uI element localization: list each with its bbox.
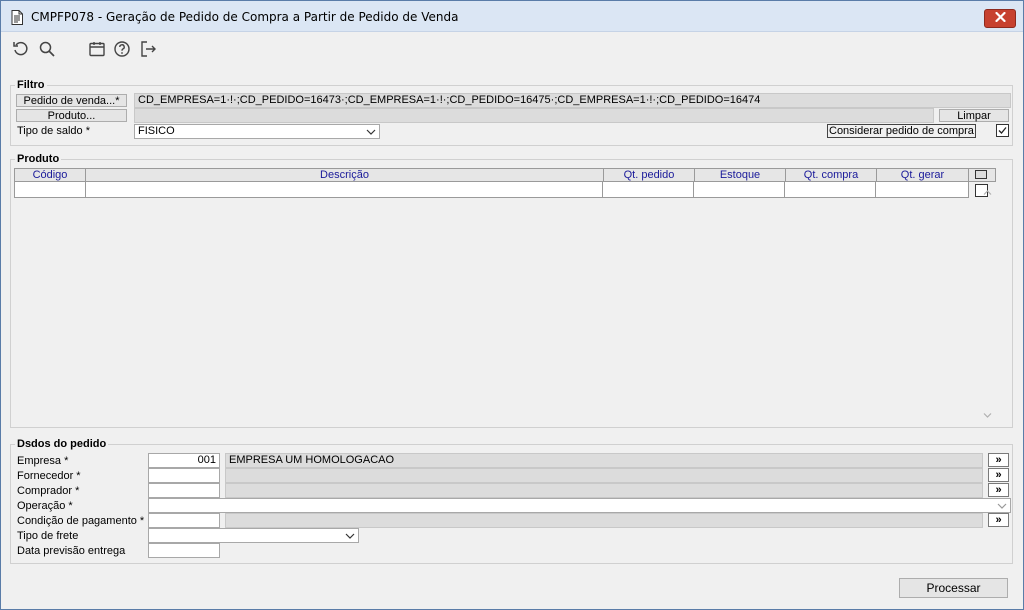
col-qt-compra[interactable]: Qt. compra [786,169,877,181]
scroll-up-icon[interactable] [983,187,993,195]
comprador-lookup-button[interactable]: » [988,483,1009,497]
cell-estoque[interactable] [694,182,786,197]
produto-button[interactable]: Produto... [16,109,127,122]
col-descricao[interactable]: Descrição [86,169,604,181]
refresh-icon[interactable] [12,40,30,58]
col-codigo[interactable]: Código [15,169,86,181]
title-bar: CMPFP078 - Geração de Pedido de Compra a… [1,1,1023,32]
operacao-label: Operação * [17,500,73,512]
fornecedor-lookup-button[interactable]: » [988,468,1009,482]
window-title: CMPFP078 - Geração de Pedido de Compra a… [31,10,459,24]
exit-icon[interactable] [139,40,157,58]
considerar-label[interactable]: Considerar pedido de compra [827,124,976,138]
tipo-frete-select[interactable] [148,528,359,543]
processar-button[interactable]: Processar [899,578,1008,598]
condicao-input[interactable] [148,513,220,528]
calendar-icon[interactable] [88,40,106,58]
chevron-down-icon [345,531,355,541]
pedido-venda-field[interactable]: CD_EMPRESA=1·!·;CD_PEDIDO=16473·;CD_EMPR… [134,93,1011,108]
fornecedor-label: Fornecedor * [17,470,81,482]
filtro-legend: Filtro [17,79,45,91]
select-all-icon [975,170,987,179]
dados-legend: Dsdos do pedido [17,438,107,450]
app-window: CMPFP078 - Geração de Pedido de Compra a… [0,0,1024,610]
empresa-code-input[interactable]: 001 [148,453,220,468]
tipo-saldo-value: FISICO [138,125,175,137]
empresa-label: Empresa * [17,455,69,467]
fornecedor-input[interactable] [148,468,220,483]
search-icon[interactable] [38,40,56,58]
condicao-name-field [225,513,983,528]
close-button[interactable] [984,9,1016,28]
col-estoque[interactable]: Estoque [695,169,786,181]
check-icon [998,127,1007,134]
col-qt-gerar[interactable]: Qt. gerar [877,169,969,181]
toolbar [1,33,1023,63]
data-previsao-label: Data previsão entrega [17,545,126,557]
cell-qt-gerar[interactable] [876,182,968,197]
grid-scrollbar[interactable] [969,182,996,422]
produto-legend: Produto [17,153,60,165]
col-qt-pedido[interactable]: Qt. pedido [604,169,695,181]
tipo-saldo-select[interactable]: FISICO [134,124,380,139]
limpar-button[interactable]: Limpar [939,109,1009,122]
data-previsao-input[interactable] [148,543,220,558]
empresa-lookup-button[interactable]: » [988,453,1009,467]
comprador-label: Comprador * [17,485,80,497]
comprador-name-field [225,483,983,498]
cell-codigo[interactable] [15,182,86,197]
pedido-venda-button[interactable]: Pedido de venda...* [16,94,127,107]
table-row[interactable] [14,182,969,198]
cell-descricao[interactable] [86,182,604,197]
col-select-all[interactable] [969,169,995,181]
tipo-saldo-label: Tipo de saldo * [17,125,90,137]
tipo-frete-label: Tipo de frete [17,530,79,542]
condicao-label: Condição de pagamento * [17,515,145,527]
chevron-down-icon [366,127,376,137]
empresa-name-field: EMPRESA UM HOMOLOGACAO [225,453,983,468]
help-icon[interactable] [113,40,131,58]
document-icon [11,10,23,25]
operacao-select[interactable] [148,498,1011,513]
close-icon [994,11,1006,25]
cell-qt-pedido[interactable] [603,182,695,197]
grid-body [14,198,982,422]
condicao-lookup-button[interactable]: » [988,513,1009,527]
produto-field[interactable] [134,108,934,123]
considerar-checkbox[interactable] [996,124,1009,137]
cell-qt-compra[interactable] [785,182,877,197]
scroll-down-icon[interactable] [983,410,993,418]
chevron-down-icon [997,501,1007,511]
grid-header: Código Descrição Qt. pedido Estoque Qt. … [14,168,996,182]
fornecedor-name-field [225,468,983,483]
comprador-input[interactable] [148,483,220,498]
